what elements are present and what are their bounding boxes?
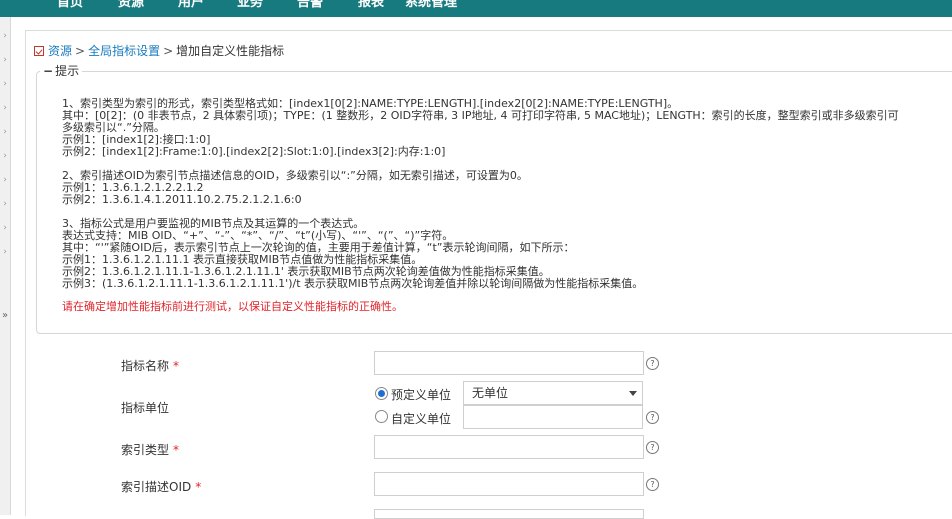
edit-check-icon (34, 46, 44, 56)
sidebar-arrow-icon[interactable]: › (1, 53, 9, 67)
breadcrumb: 资源 > 全局指标设置 > 增加自定义性能指标 (34, 42, 284, 59)
sidebar-arrow-icon[interactable]: › (1, 77, 9, 91)
hint-legend-label: 提示 (55, 64, 80, 78)
hint-legend-toggle[interactable]: − 提示 (40, 62, 83, 79)
sidebar-arrow-icon[interactable]: › (1, 245, 9, 259)
index-desc-oid-label: 索引描述OID * (121, 478, 201, 495)
nav-item-home[interactable]: 首页 (57, 0, 83, 10)
sidebar-arrow-icon[interactable]: › (1, 149, 9, 163)
required-asterisk: * (195, 480, 202, 494)
help-icon[interactable]: ? (646, 357, 659, 370)
sidebar-arrow-icon[interactable]: › (1, 125, 9, 139)
next-field-input[interactable] (374, 509, 644, 519)
hint-line: 示例3：(1.3.6.1.2.1.11.1-1.3.6.1.2.1.11.1')… (62, 277, 644, 290)
required-asterisk: * (173, 443, 180, 457)
sidebar-arrow-icon[interactable]: › (1, 173, 9, 187)
chevron-down-icon (629, 391, 637, 396)
sidebar-arrow-icon[interactable]: › (1, 101, 9, 115)
predefined-unit-label[interactable]: 预定义单位 (391, 386, 451, 403)
collapse-minus-icon: − (43, 64, 54, 78)
nav-item-business[interactable]: 业务 (237, 0, 263, 10)
metric-name-input[interactable] (374, 351, 644, 375)
index-type-label: 索引类型 * (121, 441, 179, 458)
breadcrumb-global-metrics-link[interactable]: 全局指标设置 (88, 44, 160, 58)
metric-name-label: 指标名称 * (121, 357, 179, 374)
predefined-unit-select[interactable]: 无单位 (463, 381, 643, 405)
nav-item-reports[interactable]: 报表 (358, 0, 384, 10)
hint-line: 示例2：1.3.6.1.4.1.2011.10.2.75.2.1.2.1.6:0 (62, 193, 302, 206)
sidebar-arrow-icon[interactable]: › (1, 221, 9, 235)
nav-item-system-management[interactable]: 系统管理 (405, 0, 457, 10)
nav-item-users[interactable]: 用户 (178, 0, 204, 10)
sidebar-arrow-icon[interactable]: › (1, 197, 9, 211)
breadcrumb-current-page: 增加自定义性能指标 (176, 44, 285, 58)
sidebar-expand-icon[interactable]: » (0, 309, 10, 323)
left-collapsed-sidebar: › › › › › › › › › › (0, 17, 11, 515)
breadcrumb-separator: > (75, 44, 86, 58)
index-type-label-text: 索引类型 (121, 443, 170, 457)
hint-line: 示例2：[index1[2]:Frame:1:0].[index2[2]:Slo… (62, 145, 446, 158)
hint-line: 其中：[0[2]：(0 非表节点，2 具体索引项)；TYPE：(1 整数形，2 … (62, 109, 899, 122)
nav-item-resources[interactable]: 资源 (118, 0, 144, 10)
required-asterisk: * (173, 359, 180, 373)
custom-unit-label[interactable]: 自定义单位 (391, 410, 451, 427)
breadcrumb-separator: > (163, 44, 174, 58)
metric-unit-label: 指标单位 (121, 401, 170, 415)
index-desc-oid-input[interactable] (374, 472, 644, 496)
hint-warning-text: 请在确定增加性能指标前进行测试，以保证自定义性能指标的正确性。 (62, 300, 403, 313)
breadcrumb-resources-link[interactable]: 资源 (48, 44, 72, 58)
help-icon[interactable]: ? (646, 441, 659, 454)
top-nav-bar: 首页 资源 用户 业务 告警 报表 系统管理 (0, 0, 952, 17)
sidebar-arrow-icon[interactable]: › (1, 29, 9, 43)
metric-name-label-text: 指标名称 (121, 359, 170, 373)
predefined-unit-selected-value: 无单位 (472, 386, 509, 400)
help-icon[interactable]: ? (646, 411, 659, 424)
predefined-unit-radio[interactable] (375, 387, 388, 400)
nav-item-alarms[interactable]: 告警 (297, 0, 323, 10)
custom-unit-input[interactable] (463, 405, 643, 429)
index-desc-oid-label-text: 索引描述OID (121, 480, 192, 494)
custom-unit-radio[interactable] (375, 410, 388, 423)
help-icon[interactable]: ? (646, 478, 659, 491)
index-type-input[interactable] (374, 435, 644, 459)
